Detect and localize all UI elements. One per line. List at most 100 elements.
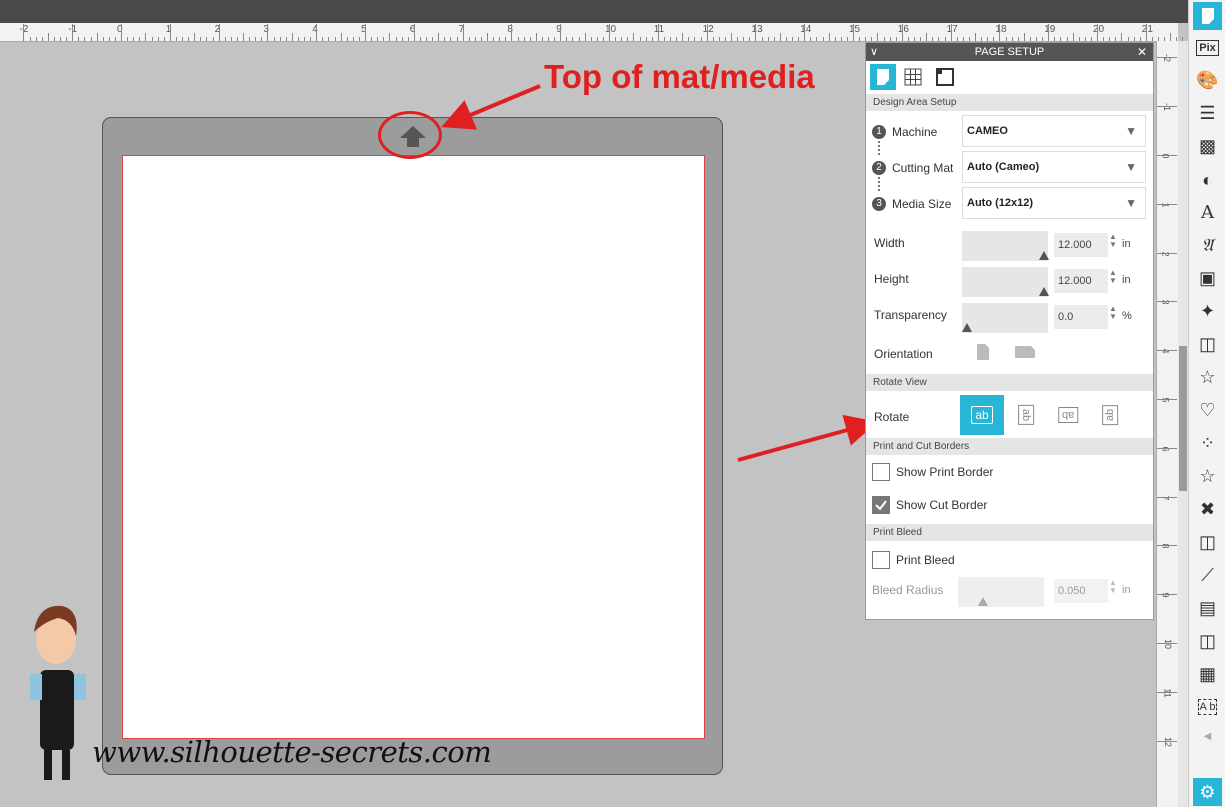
3d-tool[interactable]: ▦ xyxy=(1193,660,1222,688)
panel-collapse-tool[interactable]: ◀ xyxy=(1193,722,1222,750)
portrait-orientation-icon[interactable] xyxy=(976,343,990,361)
transparency-slider[interactable] xyxy=(962,303,1048,333)
show-print-border-checkbox[interactable] xyxy=(872,463,890,481)
warp-icon: A b xyxy=(1197,699,1218,715)
width-slider-handle[interactable] xyxy=(1039,251,1049,260)
rotate-0-icon: ab xyxy=(971,406,993,424)
bleed-radius-field[interactable]: 0.050 xyxy=(1054,579,1108,603)
design-area-section: Design Area Setup xyxy=(866,94,1153,111)
height-unit: in xyxy=(1122,274,1131,286)
width-unit: in xyxy=(1122,238,1131,250)
transparency-slider-handle[interactable] xyxy=(962,323,972,332)
cutting-mat-value: Auto (Cameo) xyxy=(967,161,1040,173)
machine-label: Machine xyxy=(892,125,938,139)
print-cut-borders-section: Print and Cut Borders xyxy=(866,438,1153,455)
registration-tab[interactable] xyxy=(932,64,958,90)
replicate-tool[interactable]: ✦ xyxy=(1193,297,1222,325)
trace-tool[interactable]: ♡ xyxy=(1193,396,1222,424)
puzzle-icon: ◫ xyxy=(1198,531,1216,552)
width-field[interactable]: 12.000 xyxy=(1054,233,1108,257)
fill-color-icon: 🎨 xyxy=(1196,69,1219,90)
rotate-label: Rotate xyxy=(874,410,910,424)
design-store-tool[interactable]: ☆ xyxy=(1193,462,1222,490)
avatar-illustration xyxy=(30,605,86,780)
transparency-tool[interactable]: ◐ xyxy=(1193,166,1222,194)
height-spinner[interactable]: ▲ ▼ xyxy=(1109,269,1117,285)
annotation-arrow-rotate-label xyxy=(737,414,878,462)
stars-tool[interactable]: ⁘ xyxy=(1193,429,1222,457)
height-slider[interactable] xyxy=(962,267,1049,297)
offset-tool[interactable]: ☆ xyxy=(1193,363,1222,391)
rotate-270-icon: ab xyxy=(1102,404,1118,426)
settings-tool[interactable]: ⚙ xyxy=(1193,778,1222,806)
transparency-field[interactable]: 0.0 xyxy=(1054,305,1108,329)
show-cut-border-label: Show Cut Border xyxy=(896,498,988,512)
rotate-180-button[interactable]: ab xyxy=(1046,395,1090,435)
print-bleed-checkbox[interactable] xyxy=(872,551,890,569)
font-tool[interactable]: 𝔄 xyxy=(1193,231,1222,259)
collapse-chevron-icon[interactable]: ∨ xyxy=(870,43,878,61)
nest-tool[interactable]: ◫ xyxy=(1193,627,1222,655)
width-spinner[interactable]: ▲ ▼ xyxy=(1109,233,1117,249)
align-tool[interactable]: ▣ xyxy=(1193,264,1222,292)
grid-tab[interactable] xyxy=(900,64,926,90)
chevron-down-icon: ▼ xyxy=(1125,196,1137,210)
chevron-down-icon: ▼ xyxy=(1125,160,1137,174)
sketch-icon: ✖ xyxy=(1199,498,1216,519)
library-tool[interactable]: ⟋ xyxy=(1193,561,1222,589)
width-slider[interactable] xyxy=(962,231,1049,261)
step-3-badge: 3 xyxy=(872,197,886,211)
align-icon: ▣ xyxy=(1198,267,1216,288)
puzzle-tool[interactable]: ◫ xyxy=(1193,528,1222,556)
page-setup-tool[interactable] xyxy=(1193,2,1222,30)
bleed-radius-spinner[interactable]: ▲ ▼ xyxy=(1109,579,1117,595)
hatch-tool[interactable]: ▤ xyxy=(1193,594,1222,622)
page-tab[interactable] xyxy=(870,64,896,90)
height-slider-handle[interactable] xyxy=(1039,287,1049,296)
show-print-border-label: Show Print Border xyxy=(896,465,994,479)
rotate-view-section: Rotate View xyxy=(866,374,1153,391)
checkmark-icon xyxy=(875,500,887,511)
line-style-tool[interactable]: ☰ xyxy=(1193,99,1222,127)
orientation-label: Orientation xyxy=(874,347,933,361)
media-size-label: Media Size xyxy=(892,197,952,211)
chevron-down-icon: ▼ xyxy=(1125,124,1137,138)
modify-icon: ◫ xyxy=(1198,333,1216,354)
step-2-badge: 2 xyxy=(872,161,886,175)
bleed-radius-slider[interactable] xyxy=(958,577,1044,607)
height-field[interactable]: 12.000 xyxy=(1054,269,1108,293)
registration-marks-icon xyxy=(936,68,954,86)
bleed-radius-unit: in xyxy=(1122,584,1131,596)
sketch-tool[interactable]: ✖ xyxy=(1193,495,1222,523)
image-effects-tool[interactable]: ▩ xyxy=(1193,132,1222,160)
media-size-dropdown[interactable]: Auto (12x12) ▼ xyxy=(962,187,1146,219)
height-label: Height xyxy=(874,272,909,286)
borders-body: Show Cut Border Print Bleed Print Bleed … xyxy=(866,489,1153,609)
annotation-arrow-top xyxy=(441,84,541,130)
show-cut-border-checkbox[interactable] xyxy=(872,496,890,514)
modify-tool[interactable]: ◫ xyxy=(1193,330,1222,358)
rotate-0-button[interactable]: ab xyxy=(960,395,1004,435)
bleed-radius-slider-handle[interactable] xyxy=(978,597,988,606)
chevron-left-icon: ◀ xyxy=(1203,730,1212,742)
design-area-body: 1 Machine CAMEO ▼ 2 Cutting Mat Auto (Ca… xyxy=(866,111,1153,489)
text-style-tool[interactable]: A xyxy=(1193,198,1222,226)
step-dots xyxy=(878,141,882,155)
transparency-label: Transparency xyxy=(874,308,947,322)
font-icon: 𝔄 xyxy=(1201,234,1214,255)
cutting-mat-dropdown[interactable]: Auto (Cameo) ▼ xyxy=(962,151,1146,183)
transparency-spinner[interactable]: ▲ ▼ xyxy=(1109,305,1117,321)
rotate-90-button[interactable]: ab xyxy=(1004,395,1048,435)
landscape-orientation-icon[interactable] xyxy=(1014,345,1036,359)
pix-tool[interactable]: Pix xyxy=(1193,34,1222,62)
warp-tool[interactable]: A b xyxy=(1193,693,1222,721)
page-setup-icon xyxy=(1201,8,1214,24)
grid-icon xyxy=(904,68,922,86)
rotate-270-button[interactable]: ab xyxy=(1088,395,1132,435)
machine-value: CAMEO xyxy=(967,125,1008,137)
nest-icon: ◫ xyxy=(1198,630,1216,651)
machine-dropdown[interactable]: CAMEO ▼ xyxy=(962,115,1146,147)
width-label: Width xyxy=(874,236,905,250)
close-icon[interactable]: ✕ xyxy=(1137,43,1147,61)
fill-color-tool[interactable]: 🎨 xyxy=(1193,66,1222,94)
